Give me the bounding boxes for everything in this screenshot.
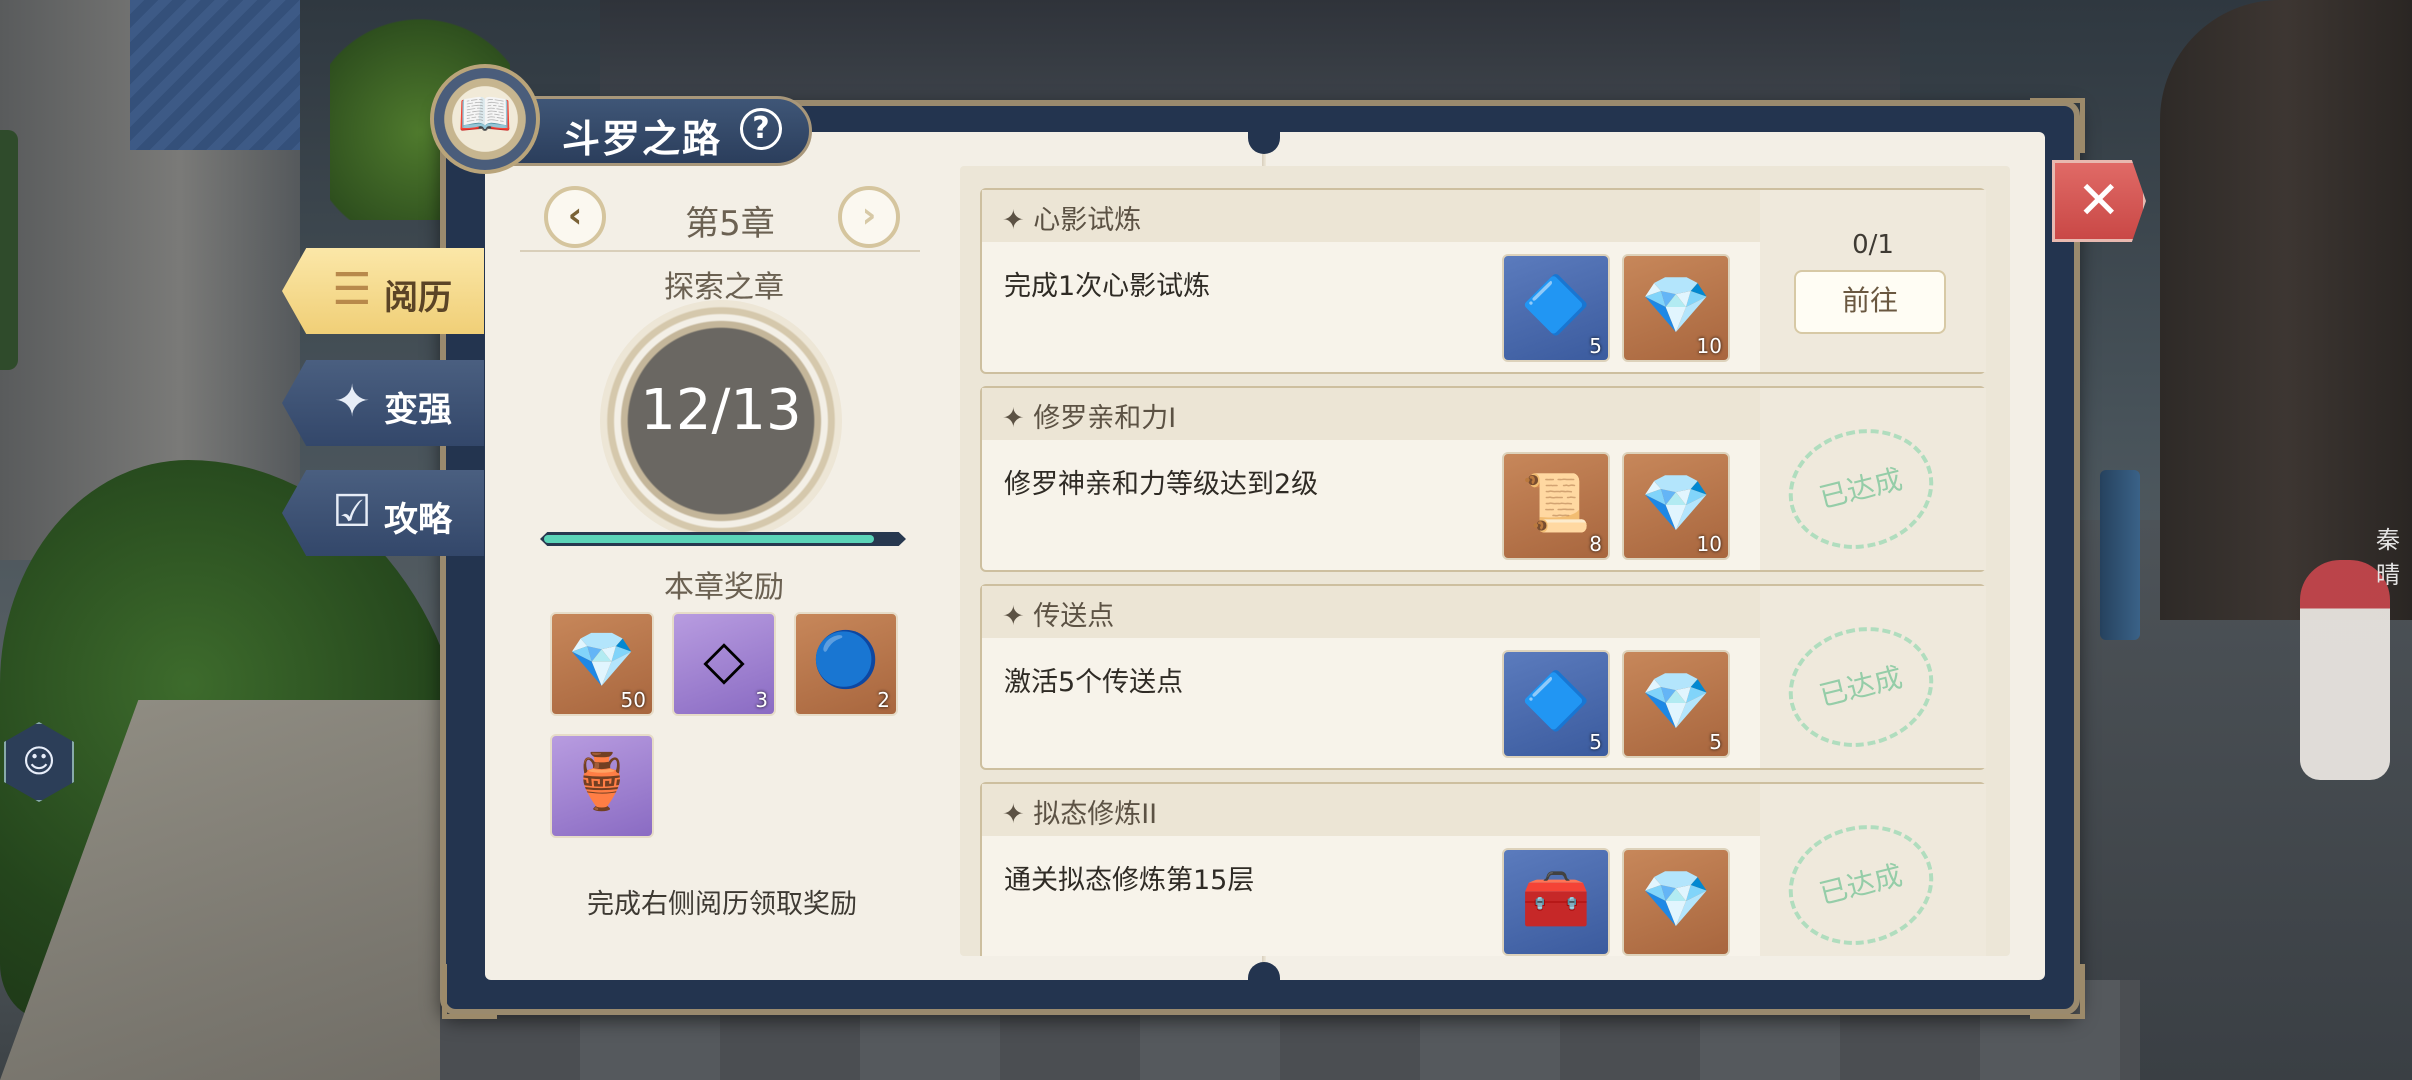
white-crystal-icon: ◇ (703, 628, 745, 691)
task-card: ✦ 修罗亲和力I 修罗神亲和力等级达到2级 📜 8 💎 10 已达成 (980, 386, 1986, 572)
blue-crystal-icon: 💎 (568, 628, 636, 691)
title-banner: 📖 斗罗之路 ? (430, 64, 812, 176)
divider (520, 250, 920, 252)
task-title: ✦ 心影试炼 (1002, 205, 1142, 236)
task-header: ✦ 拟态修炼II (982, 784, 1760, 836)
blue-crystal-icon: 💎 (1641, 471, 1711, 536)
question-icon[interactable]: ? (740, 108, 782, 150)
item-count: 50 (620, 688, 646, 712)
task-title: ✦ 传送点 (1002, 601, 1115, 632)
page-title: 斗罗之路 (562, 117, 723, 161)
spirit-face-icon: ☺ (22, 742, 56, 780)
progress-count: 12/13 (640, 378, 802, 443)
left-edge-panel (0, 130, 18, 370)
chapter-progress-bar (540, 532, 906, 546)
tab-strengthen[interactable]: ✦ 变强 (282, 360, 484, 446)
scroll-icon: ☰ (332, 264, 372, 315)
reward-item[interactable]: 💎 50 (550, 612, 654, 716)
progress-fill (544, 535, 874, 543)
task-description: 修罗神亲和力等级达到2级 (1004, 469, 1319, 500)
spirit-badge-button[interactable]: ☺ (4, 722, 74, 802)
chapter-title: 第5章 (685, 204, 775, 244)
chevron-left-icon: ‹ (567, 195, 583, 236)
book-icon: 📖 (457, 89, 513, 140)
item-count: 10 (1696, 532, 1722, 556)
blue-orb-icon: 🔵 (812, 628, 880, 691)
right-doorway (2160, 0, 2412, 620)
go-button[interactable]: 前往 (1794, 270, 1946, 334)
chapter-rewards-title: 本章奖励 (664, 570, 784, 605)
star-up-icon: ✦ (333, 376, 371, 427)
blue-crystal-icon: 💎 (1641, 669, 1711, 734)
task-header: ✦ 修罗亲和力I (982, 388, 1760, 440)
task-card: ✦ 心影试炼 完成1次心影试炼 🔷 5 💎 10 0/1 前往 (980, 188, 1986, 374)
tab-label: 阅历 (384, 278, 452, 318)
task-reward-item[interactable]: 💎 10 (1622, 254, 1730, 362)
item-count: 3 (755, 688, 768, 712)
task-reward-item[interactable]: 📜 8 (1502, 452, 1610, 560)
npc-name-label: 秦晴 (2376, 526, 2400, 589)
reward-item[interactable]: ◇ 3 (672, 612, 776, 716)
prev-chapter-button[interactable]: ‹ (544, 186, 606, 248)
task-title: ✦ 修罗亲和力I (1002, 403, 1177, 434)
blue-crystal-icon: 💎 (1641, 273, 1711, 338)
task-reward-item[interactable]: 💎 (1622, 848, 1730, 956)
task-description: 完成1次心影试炼 (1004, 271, 1211, 302)
task-reward-item[interactable]: 💎 5 (1622, 650, 1730, 758)
tab-label: 攻略 (384, 500, 452, 540)
blue-crystal-icon: 💎 (1641, 867, 1711, 932)
task-header: ✦ 传送点 (982, 586, 1760, 638)
spine-notch-bottom (1248, 962, 1280, 988)
crescent-crystal-icon: 🔷 (1521, 273, 1591, 338)
task-description: 通关拟态修炼第15层 (1004, 865, 1255, 896)
item-count: 10 (1696, 334, 1722, 358)
rewards-hint: 完成右侧阅历领取奖励 (587, 889, 857, 920)
task-reward-item[interactable]: 🔷 5 (1502, 650, 1610, 758)
task-progress: 0/1 (1852, 230, 1894, 260)
checklist-icon: ☑ (332, 486, 372, 537)
npc-character[interactable] (2300, 560, 2390, 780)
task-title: ✦ 拟态修炼II (1002, 799, 1158, 830)
tab-experience[interactable]: ☰ 阅历 (282, 248, 484, 334)
task-reward-item[interactable]: 🧰 (1502, 848, 1610, 956)
tab-guide[interactable]: ☑ 攻略 (282, 470, 484, 556)
task-list[interactable]: ✦ 心影试炼 完成1次心影试炼 🔷 5 💎 10 0/1 前往 ✦ 修罗亲和力I… (960, 166, 2010, 956)
task-description: 激活5个传送点 (1004, 667, 1184, 698)
parchment-icon: 📜 (1521, 471, 1591, 536)
task-reward-item[interactable]: 💎 10 (1622, 452, 1730, 560)
item-count: 5 (1589, 334, 1602, 358)
chevron-right-icon: › (861, 195, 877, 236)
reward-item[interactable]: 🔵 2 (794, 612, 898, 716)
item-count: 5 (1589, 730, 1602, 754)
item-count: 8 (1589, 532, 1602, 556)
tab-label: 变强 (384, 390, 452, 430)
task-card: ✦ 拟态修炼II 通关拟态修炼第15层 🧰 💎 已达成 (980, 782, 1986, 956)
crescent-crystal-icon: 🔷 (1521, 669, 1591, 734)
next-chapter-button[interactable]: › (838, 186, 900, 248)
item-count: 5 (1709, 730, 1722, 754)
item-count: 2 (877, 688, 890, 712)
close-icon: ✕ (2077, 171, 2121, 231)
treasure-chest-icon: 🧰 (1521, 867, 1591, 932)
right-banner (2100, 470, 2140, 640)
left-roof (130, 0, 300, 150)
task-reward-item[interactable]: 🔷 5 (1502, 254, 1610, 362)
golden-relic-icon: 🏺 (568, 750, 636, 813)
task-header: ✦ 心影试炼 (982, 190, 1760, 242)
task-card: ✦ 传送点 激活5个传送点 🔷 5 💎 5 已达成 (980, 584, 1986, 770)
close-button[interactable]: ✕ (2052, 160, 2146, 242)
reward-item[interactable]: 🏺 (550, 734, 654, 838)
